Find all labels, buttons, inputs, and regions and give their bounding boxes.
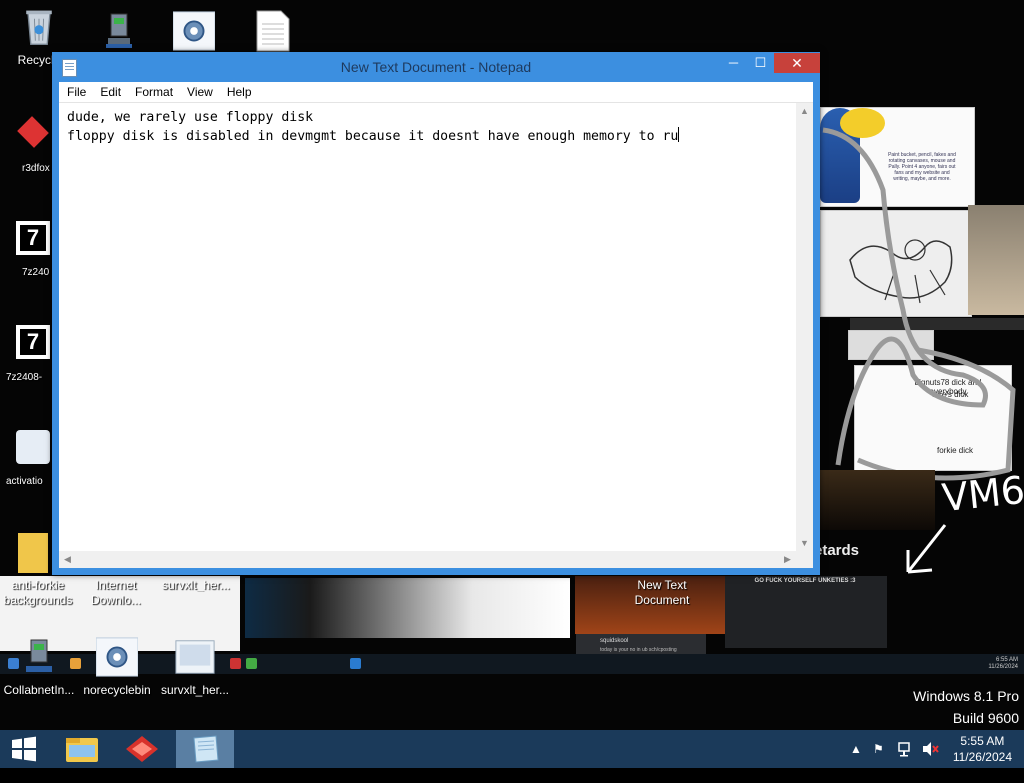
taskbar-r3dfox[interactable] [114, 730, 170, 768]
notepad-icon [193, 735, 219, 763]
notepad-titlebar[interactable]: New Text Document - Notepad ─ ☐ ✕ [52, 52, 820, 82]
edition-name: Windows 8.1 Pro [913, 688, 1019, 704]
desktop-icon-label: anti-forkie backgrounds [3, 578, 73, 607]
wallpaper-mini-icon [350, 658, 361, 669]
desktop-icon-label: Internet Downlo... [90, 578, 142, 607]
wallpaper-mini-clock: 6:55 AM 11/26/2024 [988, 657, 1018, 671]
wallpaper-strip-label: activatio [6, 476, 43, 487]
taskbar-file-explorer[interactable] [54, 730, 110, 768]
text-document-icon [256, 10, 290, 52]
settings-gear-icon [172, 11, 216, 51]
wallpaper-mini-time: 6:55 AM [995, 657, 1018, 663]
wallpaper-bottom-cars [245, 578, 570, 638]
network-computer-icon [26, 639, 52, 672]
wallpaper-strip-icon [16, 430, 50, 464]
wallpaper-strip-label: 7z2408- [6, 372, 43, 383]
tray-volume[interactable] [921, 730, 939, 768]
clock-date: 11/26/2024 [952, 750, 1012, 764]
desktop-icon-internet-download[interactable]: Internet Downlo... [78, 578, 154, 608]
menu-format[interactable]: Format [129, 82, 179, 102]
desktop-icon-text-document[interactable] [234, 10, 312, 57]
scroll-right-arrow[interactable]: ▶ [779, 551, 796, 568]
wallpaper-vm-label: VM6 [939, 467, 1024, 521]
desktop-icon-label: CollabnetIn... [3, 683, 75, 697]
wallpaper-mini-date: 11/26/2024 [988, 664, 1018, 670]
desktop-icon-label: New Text Document [634, 578, 690, 607]
desktop-icon-collabnet[interactable]: CollabnetIn... [0, 636, 78, 697]
desktop-icon-network-computer[interactable] [80, 10, 158, 57]
wallpaper-strip-label: r3dfox [22, 163, 50, 174]
wallpaper-chat-user: squidskool [600, 638, 629, 644]
desktop-icon-norecyclebin[interactable]: norecyclebin [78, 636, 156, 697]
notepad-text-content: dude, we rarely use floppy disk floppy d… [67, 109, 680, 146]
minimize-button[interactable]: ─ [720, 53, 747, 73]
text-line-2: floppy disk is disabled in devmgmt becau… [67, 129, 679, 144]
menu-file[interactable]: File [61, 82, 92, 102]
taskbar-clock[interactable]: 5:55 AM 11/26/2024 [953, 733, 1012, 765]
recycle-bin-icon [26, 10, 52, 46]
scroll-down-arrow[interactable]: ▼ [796, 535, 813, 552]
taskbar-notepad[interactable] [176, 730, 234, 768]
maximize-button[interactable]: ☐ [747, 53, 774, 73]
windows-logo-icon [12, 736, 36, 762]
scroll-up-arrow[interactable]: ▲ [796, 103, 813, 120]
desktop-icon-survxlt-1[interactable]: survxlt_her... [156, 578, 236, 592]
notepad-window[interactable]: New Text Document - Notepad ─ ☐ ✕ File Ed… [52, 52, 820, 575]
desktop-icon-anti-forkie[interactable]: anti-forkie backgrounds [0, 578, 76, 608]
network-computer-icon [106, 13, 132, 48]
chevron-up-icon: ▲ [850, 742, 862, 756]
volume-muted-icon [923, 742, 939, 756]
menu-view[interactable]: View [181, 82, 219, 102]
wallpaper-strip-icon: 7 [20, 225, 46, 251]
wallpaper-horizon [820, 470, 935, 530]
wallpaper-left-strip: 7 7 r3dfox 7z240 7z2408- activatio [0, 95, 58, 655]
scroll-left-arrow[interactable]: ◀ [59, 551, 76, 568]
wallpaper-strip-icon [18, 533, 48, 573]
tray-show-hidden[interactable]: ▲ [850, 730, 862, 768]
settings-gear-icon [95, 637, 139, 677]
desktop-icon-label: survxlt_her... [161, 578, 231, 592]
close-button[interactable]: ✕ [774, 53, 820, 73]
notepad-title: New Text Document - Notepad [340, 59, 532, 75]
tray-action-center[interactable]: ⚑ [873, 730, 884, 768]
wallpaper-scribble [822, 127, 1016, 481]
notepad-client-area: File Edit Format View Help dude, we rarely u… [59, 82, 813, 568]
vertical-scrollbar[interactable]: ▲ ▼ [796, 103, 813, 552]
edition-build: Build 9600 [952, 710, 1019, 726]
text-line-1: dude, we rarely use floppy disk [67, 110, 314, 125]
size-grip[interactable] [796, 551, 813, 568]
tray-network[interactable] [897, 730, 913, 768]
clock-time: 5:55 AM [960, 734, 1005, 748]
notepad-text-area[interactable]: dude, we rarely use floppy disk floppy d… [59, 103, 796, 552]
wallpaper-bottom-chat [725, 576, 887, 648]
wallpaper-strip-label: 7z240 [22, 267, 50, 278]
desktop-icon-settings-app[interactable] [155, 10, 233, 57]
flag-icon: ⚑ [873, 742, 884, 756]
text-caret [678, 127, 680, 142]
start-button[interactable] [0, 730, 48, 768]
file-explorer-icon [66, 738, 98, 762]
wallpaper-strip-icon: 7 [20, 329, 46, 355]
r3dfox-icon [126, 736, 158, 762]
image-file-icon [175, 640, 215, 674]
taskbar: ▲ ⚑ 5:55 AM 11/26/2024 [0, 730, 1024, 768]
notepad-menubar: File Edit Format View Help [59, 82, 813, 103]
desktop-icon-label: norecyclebin [83, 683, 151, 697]
wallpaper-banner-text: GO FUCK YOURSELF UNKETIES :3 [754, 578, 856, 584]
network-icon [898, 742, 910, 757]
desktop-icon-label: survxlt_her... [160, 683, 230, 697]
wallpaper-retards-text: etards [814, 542, 860, 559]
windows-edition-watermark: Windows 8.1 Pro Build 9600 [913, 685, 1019, 729]
menu-help[interactable]: Help [221, 82, 258, 102]
desktop-icon-new-text-document[interactable]: New Text Document [622, 578, 702, 608]
menu-edit[interactable]: Edit [94, 82, 127, 102]
wallpaper-mini-icon [246, 658, 257, 669]
horizontal-scrollbar[interactable]: ◀ ▶ [59, 551, 796, 568]
desktop-icon-survxlt-2[interactable]: survxlt_her... [156, 636, 234, 697]
wallpaper-strip-icon [17, 116, 49, 148]
